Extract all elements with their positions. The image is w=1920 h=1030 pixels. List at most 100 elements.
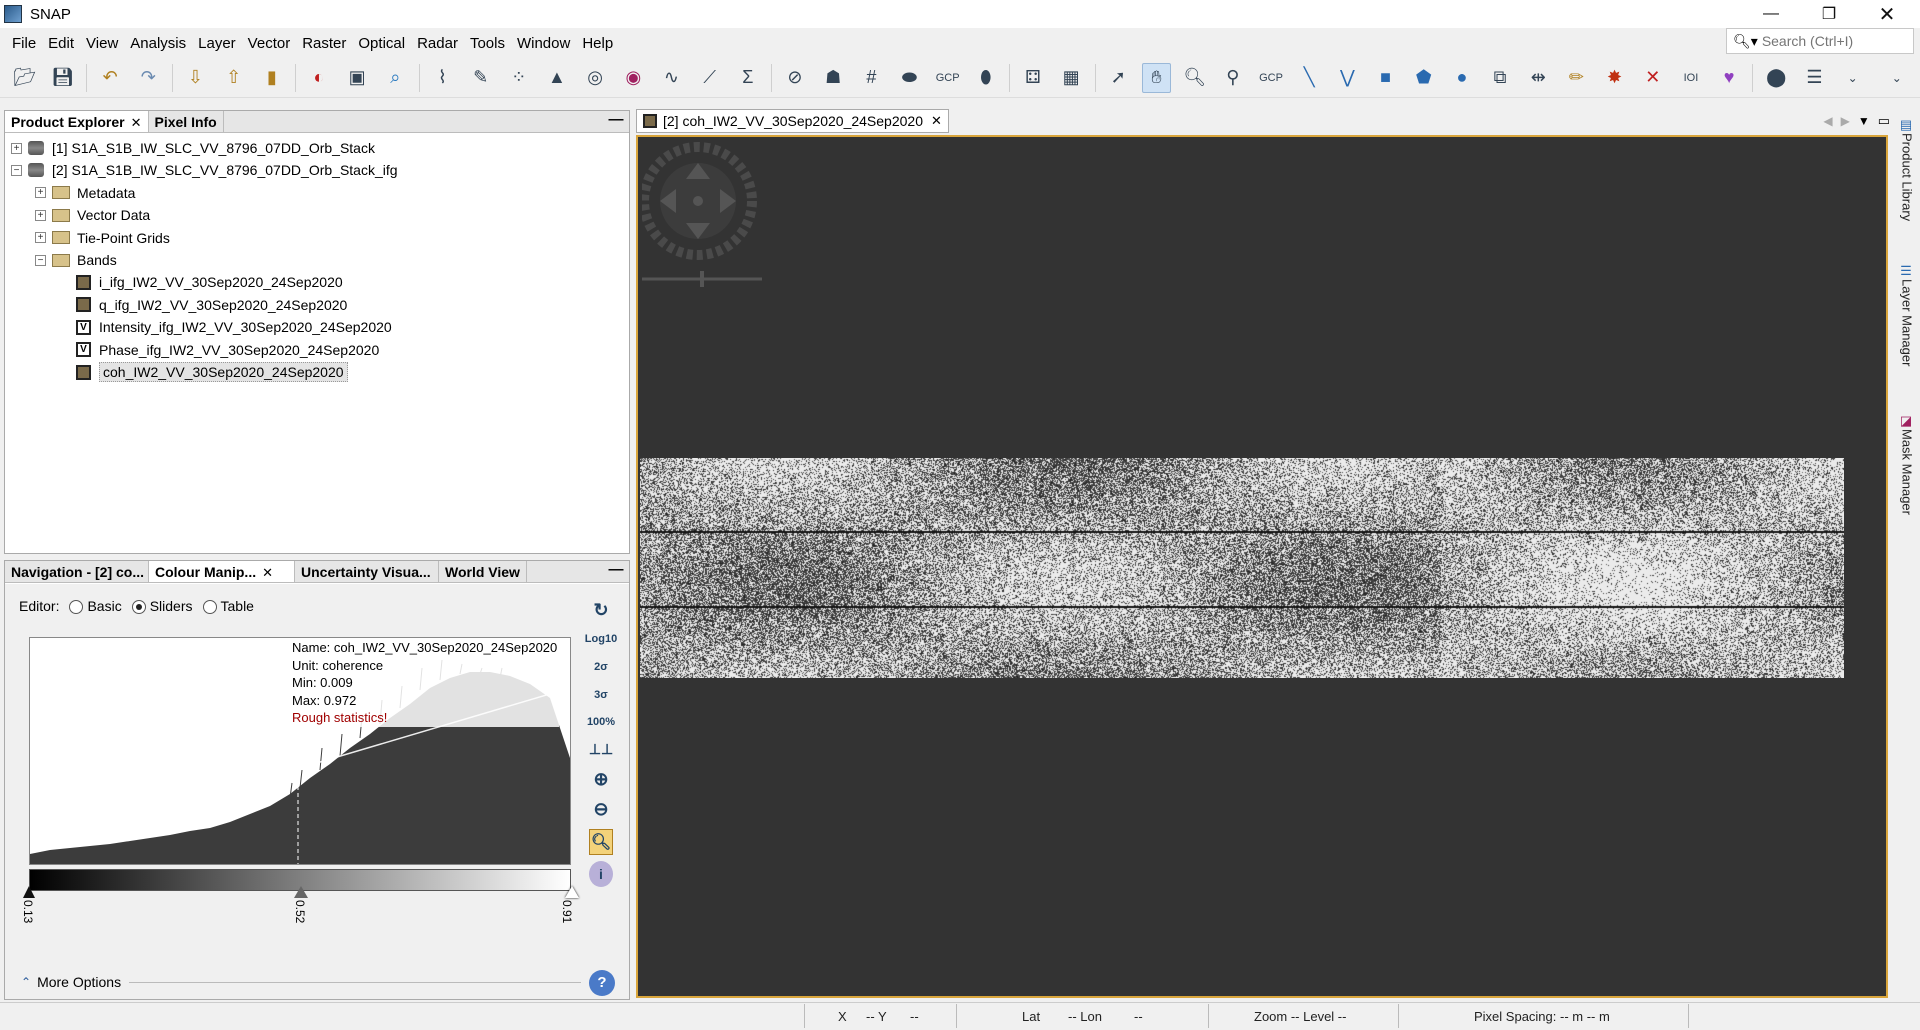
tree-item[interactable]: − Bands [35, 249, 117, 271]
statistics-icon[interactable]: ◎ [580, 63, 610, 93]
editor-table-radio[interactable]: Table [202, 598, 254, 615]
pan-tool-icon[interactable]: ✋︎ [1141, 62, 1172, 93]
tree-item[interactable]: q_ifg_IW2_VV_30Sep2020_24Sep2020 [59, 294, 347, 316]
tab-image-view[interactable]: [2] coh_IW2_VV_30Sep2020_24Sep2020 ✕ [636, 109, 949, 133]
tree-item[interactable]: + [1] S1A_S1B_IW_SLC_VV_8796_07DD_Orb_Sta… [11, 137, 375, 159]
restore-button[interactable]: ❐ [1800, 0, 1858, 28]
log10-button[interactable]: Log10 [585, 626, 617, 652]
rectangle-tool-icon[interactable]: ■ [1371, 63, 1401, 93]
product-library-tab[interactable]: ▤ Product Library [1896, 118, 1918, 248]
sync-icon[interactable]: ⬤ [1761, 63, 1791, 93]
minimize-panel-icon[interactable]: — [603, 111, 629, 132]
close-tab-icon[interactable]: ✕ [931, 113, 942, 129]
select-tool-icon[interactable]: ➚ [1104, 63, 1134, 93]
histogram-plot[interactable]: Name: coh_IW2_VV_30Sep2020_24Sep2020 Uni… [29, 637, 571, 865]
session-icon[interactable]: ▮ [257, 63, 287, 93]
hearts-icon[interactable]: ♥ [1714, 63, 1744, 93]
search-box[interactable]: 🔍︎▾ [1726, 28, 1914, 54]
slider-mid-handle[interactable] [294, 886, 308, 898]
menu-raster[interactable]: Raster [296, 35, 352, 52]
tree-item[interactable]: V Intensity_ifg_IW2_VV_30Sep2020_24Sep202… [59, 316, 392, 338]
pencil-icon[interactable]: ✏︎ [1562, 63, 1592, 93]
menu-file[interactable]: File [6, 35, 42, 52]
graph-icon[interactable]: ⟋ [695, 63, 725, 93]
magnifier-tool-icon[interactable]: ⚲ [1218, 63, 1248, 93]
scroll-right-icon[interactable]: ▶ [1841, 114, 1850, 128]
dropdown-icon[interactable]: ⌄ [1838, 63, 1868, 93]
hundred-percent-button[interactable]: 100% [587, 709, 615, 735]
navigation-control[interactable] [642, 141, 762, 291]
open-product-icon[interactable]: 📂︎ [10, 63, 40, 93]
spectrum-icon[interactable]: ⌇ [428, 63, 458, 93]
distribute-evenly-icon[interactable]: ⊥⊥ [589, 736, 613, 762]
graph-builder-icon[interactable]: ⚃ [1018, 63, 1048, 93]
menu-tools[interactable]: Tools [464, 35, 511, 52]
coherence-image[interactable] [640, 458, 1844, 678]
cross-icon[interactable]: ✕ [1638, 63, 1668, 93]
sigma-icon[interactable]: Σ [733, 63, 763, 93]
scatter-plot-icon[interactable]: ⁘ [504, 63, 534, 93]
menu-window[interactable]: Window [511, 35, 576, 52]
tree-item[interactable]: coh_IW2_VV_30Sep2020_24Sep2020 [59, 361, 348, 383]
menu-layer[interactable]: Layer [192, 35, 242, 52]
tab-pixel-info[interactable]: Pixel Info [149, 111, 224, 132]
minimize-panel-icon[interactable]: — [603, 561, 629, 582]
slider-low-handle[interactable] [23, 886, 35, 898]
three-sigma-button[interactable]: 3σ [589, 682, 613, 708]
line-tool-icon[interactable]: ╲ [1294, 63, 1324, 93]
world-map-icon[interactable]: ☗ [818, 63, 848, 93]
image-view-canvas[interactable] [636, 135, 1888, 998]
collapse-icon[interactable]: − [35, 254, 46, 266]
close-tab-icon[interactable]: ✕ [262, 565, 273, 580]
editor-sliders-radio[interactable]: Sliders [131, 598, 193, 615]
range-finder-icon[interactable]: ⇹ [1523, 63, 1553, 93]
gcp-placing-icon[interactable]: GCP [1256, 63, 1286, 93]
export-icon[interactable]: ⇧ [219, 63, 249, 93]
expand-icon[interactable]: + [35, 232, 46, 244]
search-product-icon[interactable]: ⌕ [381, 63, 411, 93]
tab-navigation[interactable]: Navigation - [2] co... [5, 561, 149, 582]
edit-icon[interactable]: ✎ [466, 63, 496, 93]
zoom-histogram-icon[interactable]: 🔍︎ [589, 829, 613, 855]
tree-item[interactable]: − [2] S1A_S1B_IW_SLC_VV_8796_07DD_Orb_Sta… [11, 159, 398, 181]
pin-icon[interactable]: ⬮ [971, 63, 1001, 93]
slider-mid-value[interactable]: 0.52 [293, 900, 307, 923]
tree-item[interactable]: + Tie-Point Grids [35, 227, 170, 249]
zoom-out-vertical-icon[interactable]: ⊖ [589, 796, 613, 822]
help-icon[interactable]: ? [589, 970, 615, 996]
graticule-icon[interactable]: # [857, 63, 887, 93]
search-input[interactable] [1761, 33, 1902, 49]
menu-optical[interactable]: Optical [352, 35, 411, 52]
editor-basic-radio[interactable]: Basic [69, 598, 122, 615]
reset-icon[interactable]: ↻ [589, 597, 613, 623]
ellipse-tool-icon[interactable]: ● [1447, 63, 1477, 93]
info-toggle-icon[interactable]: i [589, 861, 613, 887]
tab-world-view[interactable]: World View [439, 561, 527, 582]
menu-analysis[interactable]: Analysis [124, 35, 192, 52]
profile-plot-icon[interactable]: ◉ [619, 63, 649, 93]
tree-item[interactable]: V Phase_ifg_IW2_VV_30Sep2020_24Sep2020 [59, 339, 379, 361]
close-tab-icon[interactable]: ✕ [131, 115, 142, 130]
expand-icon[interactable]: + [35, 187, 46, 199]
star-icon[interactable]: ✸ [1600, 63, 1630, 93]
expand-icon[interactable]: + [11, 142, 22, 154]
tree-item[interactable]: i_ifg_IW2_VV_30Sep2020_24Sep2020 [59, 271, 343, 293]
two-sigma-button[interactable]: 2σ [589, 654, 613, 680]
menu-help[interactable]: Help [576, 35, 619, 52]
minimize-button[interactable]: — [1742, 0, 1800, 28]
tab-list-icon[interactable]: ▼ [1858, 114, 1870, 128]
redo-icon[interactable]: ↷ [134, 63, 164, 93]
batch-processing-icon[interactable]: ▦ [1056, 63, 1086, 93]
tree-item[interactable]: + Vector Data [35, 204, 150, 226]
band-maths-icon[interactable]: ▣ [342, 63, 372, 93]
layer-manager-tab[interactable]: ☰ Layer Manager [1896, 264, 1918, 394]
tab-product-explorer[interactable]: Product Explorer ✕ [5, 111, 149, 132]
save-icon[interactable]: 💾︎ [48, 63, 78, 93]
rgb-image-icon[interactable]: ◐ [304, 63, 334, 93]
expand-icon[interactable]: + [35, 209, 46, 221]
undo-icon[interactable]: ↶ [95, 63, 125, 93]
collapse-icon[interactable]: − [11, 164, 22, 176]
information-icon[interactable]: ∿ [657, 63, 687, 93]
scroll-left-icon[interactable]: ◀ [1823, 114, 1832, 128]
polyline-tool-icon[interactable]: ⋁ [1333, 63, 1363, 93]
